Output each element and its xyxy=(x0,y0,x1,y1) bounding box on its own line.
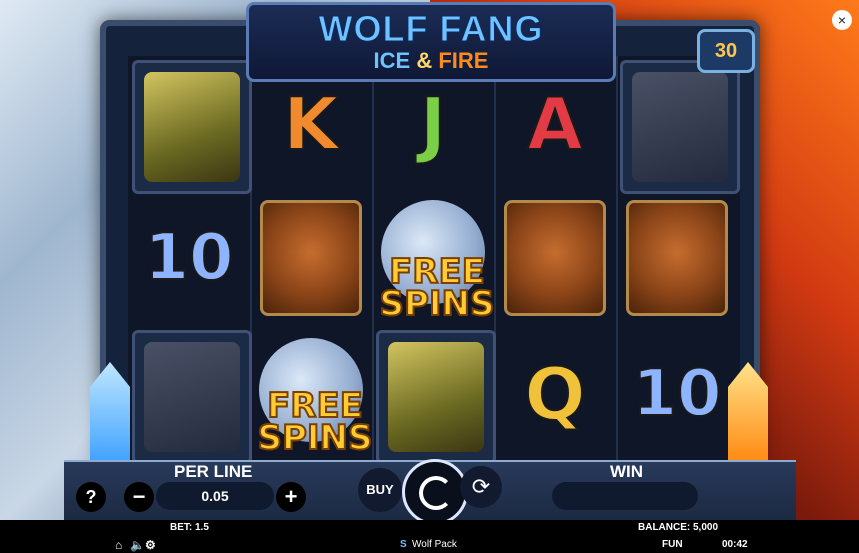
reel-1: 10 xyxy=(128,56,252,464)
home-icon[interactable]: ⌂ xyxy=(115,538,122,552)
help-button[interactable]: ? xyxy=(76,482,106,512)
deer-symbol xyxy=(132,330,252,464)
j-label: J xyxy=(419,81,448,167)
reel-5: 10 xyxy=(616,56,740,462)
a-label: A xyxy=(526,81,584,167)
bear-icon xyxy=(504,200,606,316)
bear-icon xyxy=(626,200,728,316)
balance-readout: BALANCE: 5,000 xyxy=(638,522,719,533)
logo-title: WOLF FANG xyxy=(318,8,544,49)
spin-button[interactable] xyxy=(402,459,468,525)
bear-symbol xyxy=(498,194,612,322)
win-value xyxy=(552,482,698,510)
logo-subtitle: ICE & FIRE xyxy=(249,49,613,73)
deer-icon xyxy=(632,72,728,182)
close-button[interactable]: × xyxy=(832,10,852,30)
spins-label: SPINS xyxy=(379,284,496,324)
per-line-value: 0.05 xyxy=(156,482,274,510)
decrease-bet-button[interactable]: − xyxy=(124,482,154,512)
buy-bonus-button[interactable]: BUY xyxy=(358,468,402,512)
bear-symbol xyxy=(620,194,734,322)
reel-4: A Q xyxy=(494,56,618,462)
bet-readout: BET: 1.5 xyxy=(170,522,209,533)
q-symbol: Q xyxy=(498,330,612,458)
sound-icon[interactable]: 🔈 xyxy=(130,538,145,552)
spins-label: SPINS xyxy=(257,418,374,458)
game-logo: WOLF FANG ICE & FIRE xyxy=(246,2,616,82)
logo-amp: & xyxy=(416,48,433,73)
reel-grid: 10 K FREE SPINS J FREE SPINS A Q 10 xyxy=(128,56,740,464)
hawk-symbol xyxy=(132,60,252,194)
deer-symbol xyxy=(620,60,740,194)
autoplay-icon: ⟳ xyxy=(471,474,491,499)
reel-2: K FREE SPINS xyxy=(250,56,374,462)
win-label: WIN xyxy=(610,462,644,481)
mode-label: FUN xyxy=(662,539,683,550)
ten-symbol: 10 xyxy=(132,194,246,322)
ten-label: 10 xyxy=(143,220,234,296)
ten-label: 10 xyxy=(631,356,722,432)
settings-icon[interactable]: ⚙ xyxy=(145,538,156,552)
autoplay-button[interactable]: ⟳ xyxy=(460,466,502,508)
per-line-label: PER LINE xyxy=(174,462,253,481)
free-spins-symbol: FREE SPINS xyxy=(376,188,496,322)
free-spins-symbol: FREE SPINS xyxy=(254,326,374,456)
game-name: Wolf Pack xyxy=(412,539,457,550)
clock: 00:42 xyxy=(722,539,748,550)
provider-logo-icon: S xyxy=(400,539,407,550)
q-label: Q xyxy=(523,351,586,437)
hawk-icon xyxy=(144,72,240,182)
bear-icon xyxy=(260,200,362,316)
logo-ice: ICE xyxy=(373,48,411,73)
bear-symbol xyxy=(254,194,368,322)
hawk-symbol xyxy=(376,330,496,464)
deer-icon xyxy=(144,342,240,452)
spin-icon xyxy=(419,476,453,510)
reel-3: J FREE SPINS xyxy=(372,56,496,464)
ten-symbol: 10 xyxy=(620,330,734,458)
increase-bet-button[interactable]: + xyxy=(276,482,306,512)
status-bar: BET: 1.5 BALANCE: 5,000 ⌂ 🔈 ⚙ S Wolf Pac… xyxy=(0,520,859,553)
hawk-icon xyxy=(388,342,484,452)
logo-fire: FIRE xyxy=(438,48,489,73)
paylines-badge: 30 xyxy=(697,29,755,73)
k-label: K xyxy=(282,81,340,167)
